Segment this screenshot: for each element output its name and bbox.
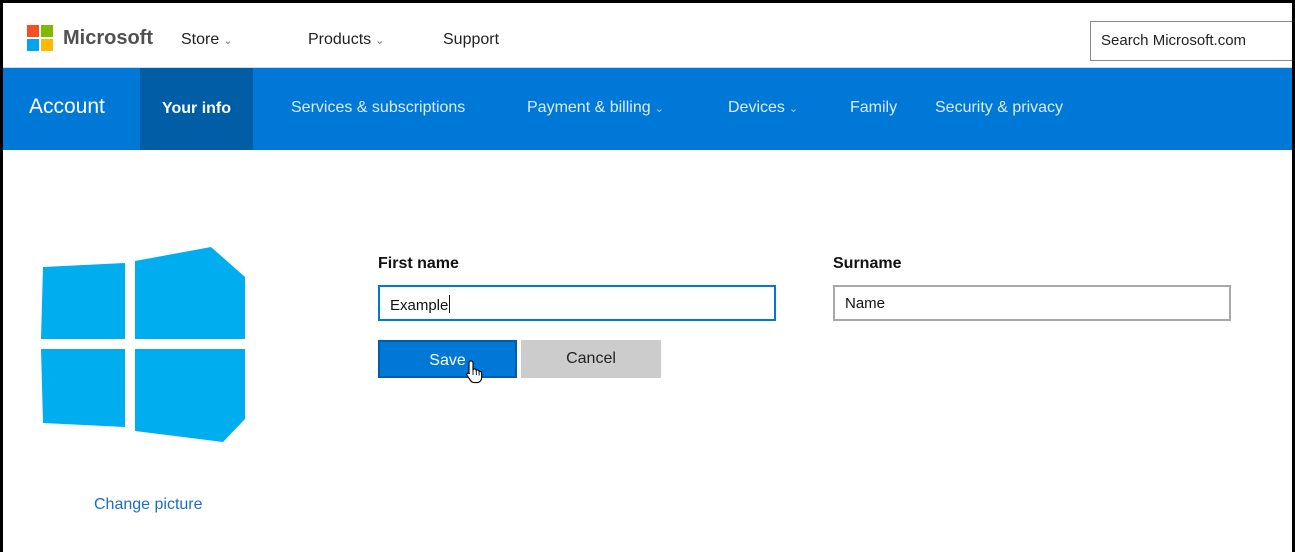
profile-avatar[interactable] [33,243,258,453]
chevron-down-icon: ⌄ [223,35,233,47]
top-header: Microsoft Store ⌄ Products ⌄ Support Searc… [3,3,1292,68]
tab-payment-billing[interactable]: Payment & billing ⌄ [527,99,664,117]
windows-logo-icon [41,247,245,442]
account-nav-bar: Account Your info Services & subscriptio… [3,68,1292,150]
nav-store[interactable]: Store ⌄ [181,31,232,49]
account-title[interactable]: Account [29,95,105,119]
brand-name[interactable]: Microsoft [63,27,153,50]
browser-page: Microsoft Store ⌄ Products ⌄ Support Searc… [0,0,1295,552]
tab-services-subscriptions[interactable]: Services & subscriptions [291,99,465,117]
surname-input[interactable]: Name [833,285,1231,321]
tab-devices[interactable]: Devices ⌄ [728,99,798,117]
chevron-down-icon: ⌄ [788,103,799,115]
nav-support[interactable]: Support [443,31,499,49]
save-button[interactable]: Save [378,340,517,378]
text-caret [449,295,451,313]
tab-security-privacy[interactable]: Security & privacy [935,99,1063,117]
microsoft-logo-icon[interactable] [27,25,53,51]
tab-family[interactable]: Family [850,99,897,117]
chevron-down-icon: ⌄ [375,35,385,47]
chevron-down-icon: ⌄ [654,103,664,115]
nav-products[interactable]: Products ⌄ [308,31,384,49]
search-input[interactable]: Search Microsoft.com [1090,21,1292,61]
surname-label: Surname [833,255,902,272]
hand-cursor-icon [466,360,483,384]
change-picture-link[interactable]: Change picture [94,496,203,514]
first-name-label: First name [378,255,459,272]
tab-your-info[interactable]: Your info [140,68,254,150]
first-name-input[interactable]: Example [378,285,776,321]
cancel-button[interactable]: Cancel [521,340,661,378]
